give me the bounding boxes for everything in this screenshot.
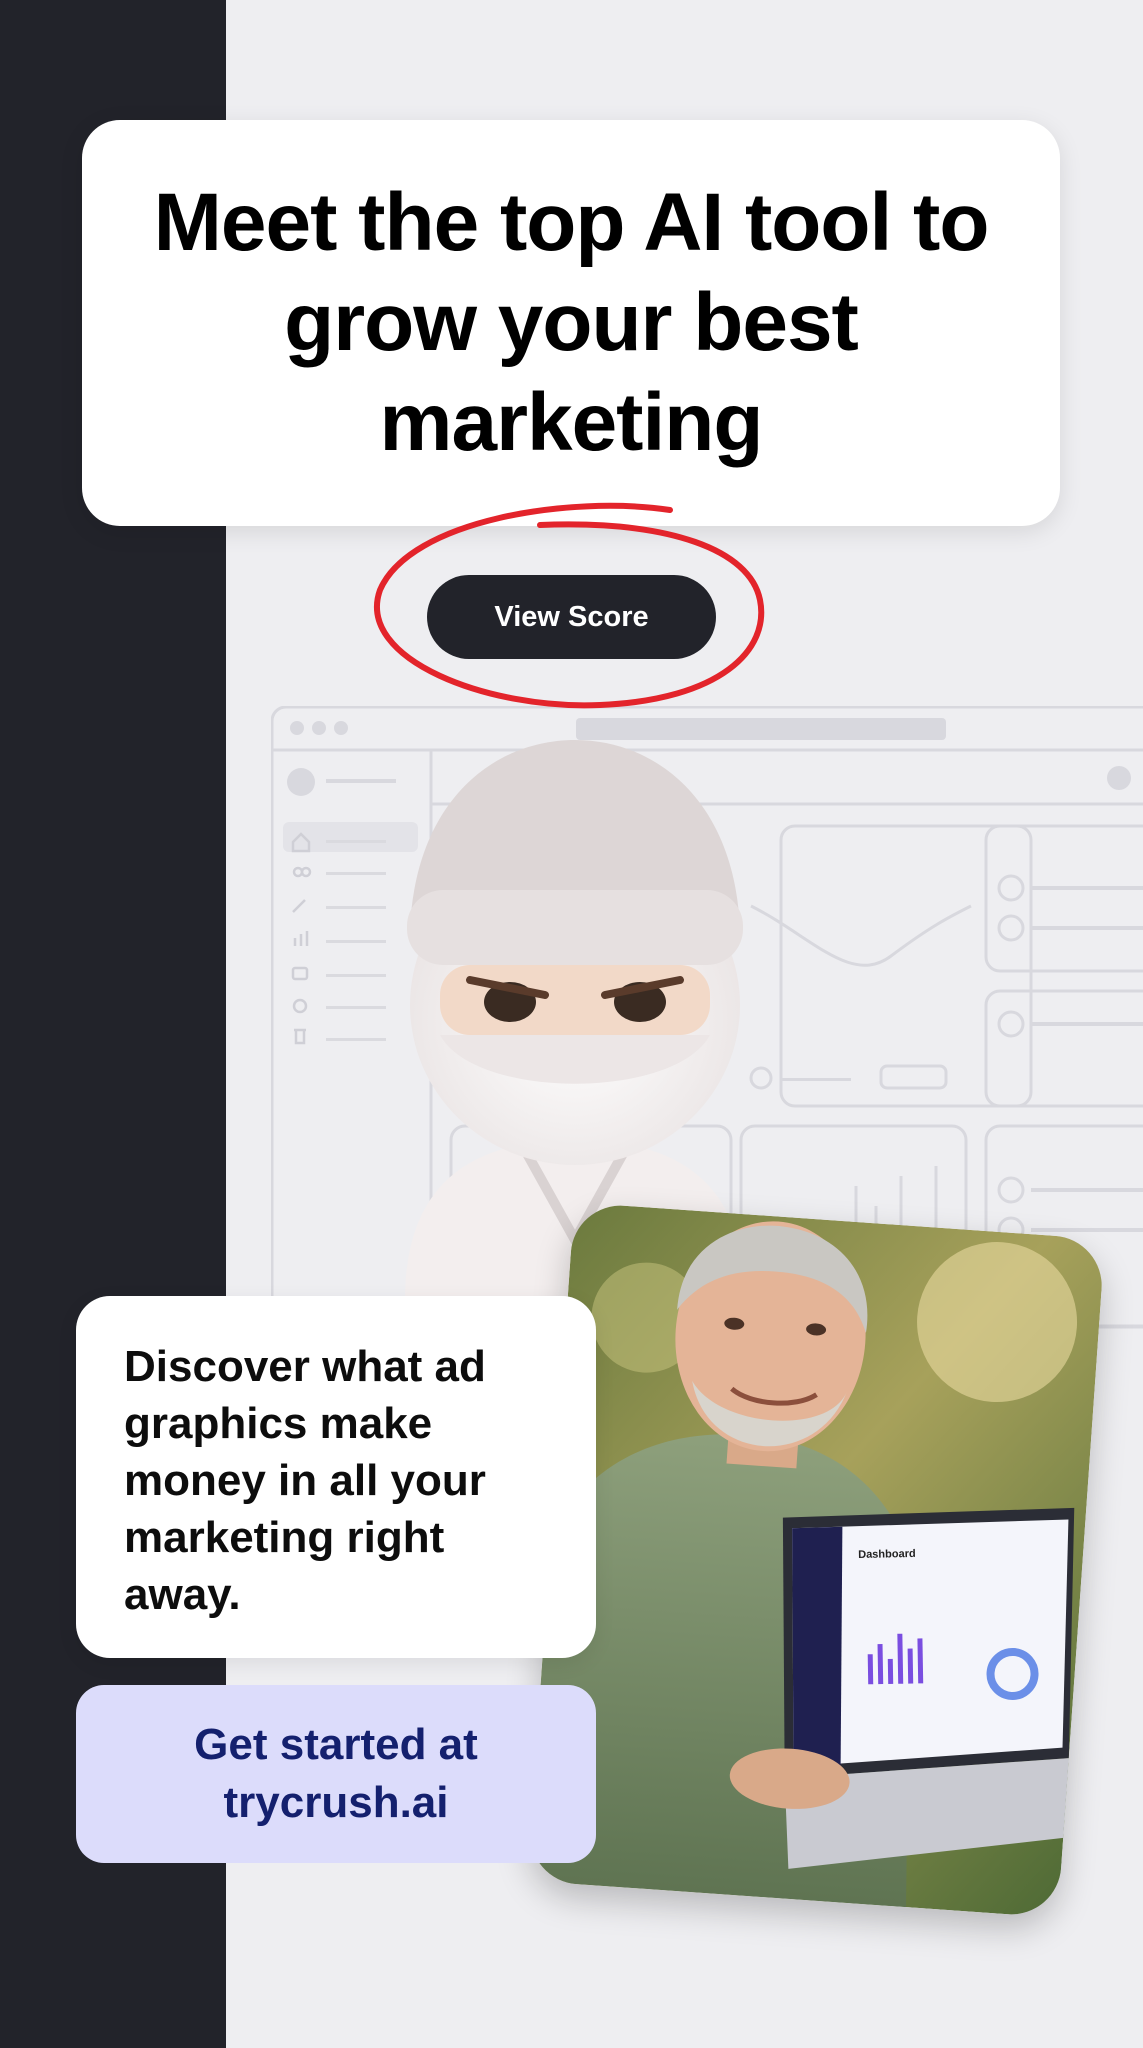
headline: Meet the top AI tool to grow your best m… <box>153 177 990 468</box>
photo-card: Dashboard <box>526 1202 1106 1918</box>
headline-card: Meet the top AI tool to grow your best m… <box>82 120 1060 526</box>
folder-icon <box>291 966 309 981</box>
man-with-laptop-photo: Dashboard <box>526 1202 1106 1918</box>
website-link[interactable]: trycrush.ai <box>224 1774 449 1832</box>
view-score-button[interactable]: View Score <box>427 575 716 659</box>
wrench-icon <box>292 899 306 913</box>
get-started-label: Get started at <box>194 1720 478 1769</box>
trash-icon <box>294 1028 306 1045</box>
get-started-card[interactable]: Get started at trycrush.ai <box>76 1685 596 1863</box>
settings-icon <box>292 998 308 1014</box>
discover-card: Discover what ad graphics make money in … <box>76 1296 596 1658</box>
bar-chart-icon <box>293 931 309 946</box>
laptop-dashboard-title: Dashboard <box>858 1548 916 1561</box>
users-icon <box>292 866 312 878</box>
discover-text: Discover what ad graphics make money in … <box>124 1342 486 1619</box>
